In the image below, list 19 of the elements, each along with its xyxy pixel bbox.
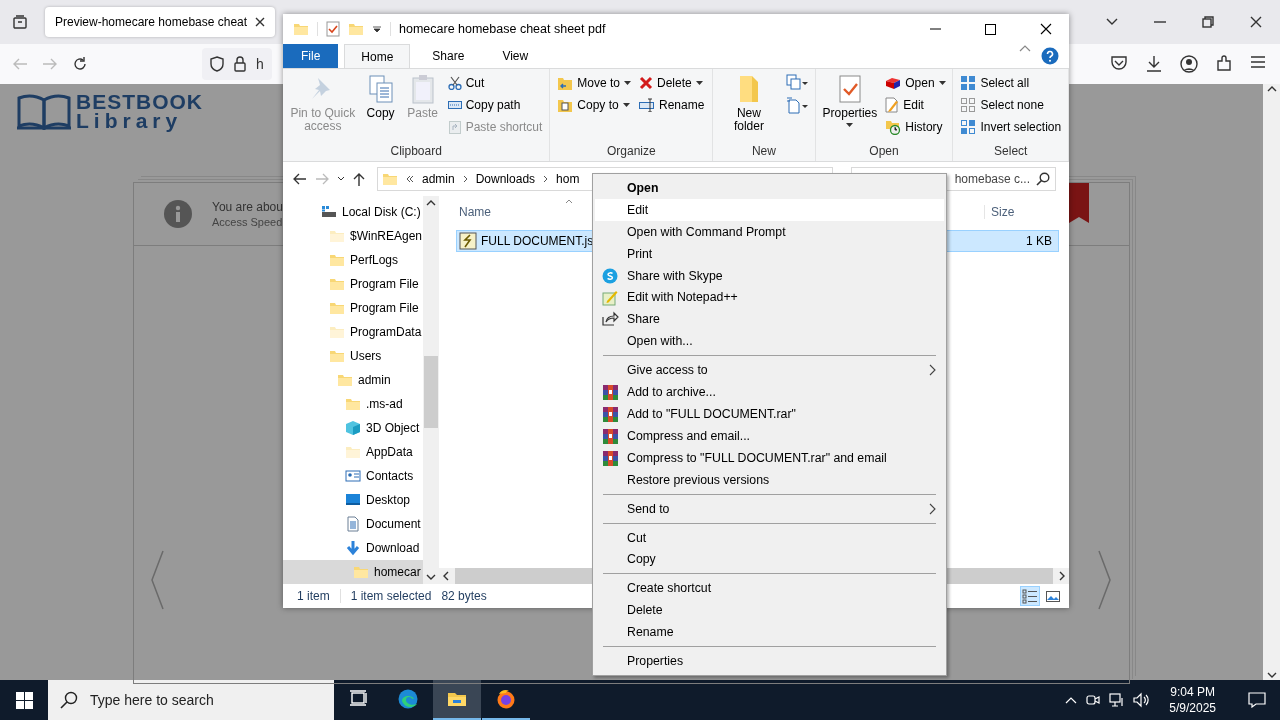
logo-text: Library bbox=[76, 111, 184, 130]
group-label: Organize bbox=[606, 144, 657, 160]
search-text: homebase c... bbox=[954, 172, 1030, 186]
group-label: New bbox=[750, 144, 777, 160]
notice-title: You are abou bbox=[212, 200, 283, 214]
group-label: Clipboard bbox=[389, 144, 443, 160]
logo-text: BESTBOOK bbox=[76, 92, 203, 111]
tab-title: Preview-homecare homebase cheat bbox=[55, 15, 248, 29]
notice-text: Access Speed bbox=[212, 216, 283, 228]
url-text: h bbox=[256, 56, 264, 72]
placeholder-text: Type here to search bbox=[90, 692, 214, 708]
window-title: homecare homebase cheat sheet pdf bbox=[399, 22, 606, 36]
group-label: Select bbox=[993, 144, 1029, 160]
file-size: 1 KB bbox=[1026, 234, 1053, 248]
status-text: 82 bytes bbox=[441, 589, 487, 603]
file-name: FULL DOCUMENT.js bbox=[481, 234, 595, 248]
status-text: 1 item selected bbox=[350, 589, 432, 603]
group-label: Open bbox=[868, 144, 900, 160]
status-text: 1 item bbox=[297, 589, 330, 603]
